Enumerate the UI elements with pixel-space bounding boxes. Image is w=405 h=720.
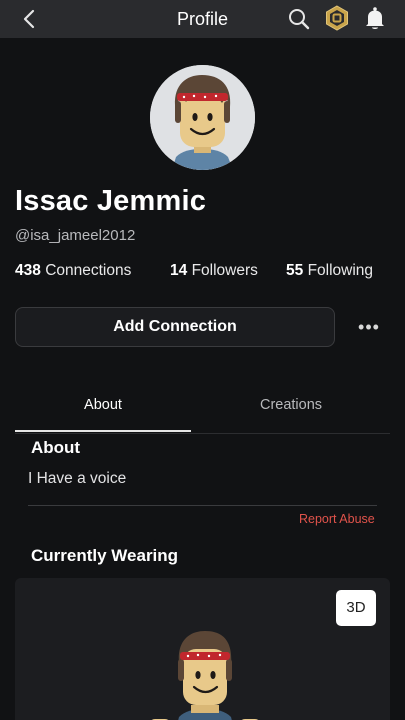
avatar-figure [151,631,259,720]
display-name: Issac Jemmic [15,185,207,217]
followers-count: 14 [170,262,188,279]
more-options-button[interactable]: ••• [355,318,383,336]
followers-label: Followers [191,262,258,279]
following-stat[interactable]: 55 Following [286,262,373,280]
followers-stat[interactable]: 14 Followers [170,262,258,280]
following-count: 55 [286,262,304,279]
view-3d-button[interactable]: 3D [336,590,376,626]
add-connection-button[interactable]: Add Connection [15,307,335,347]
connections-stat[interactable]: 438 Connections [15,262,131,280]
about-description: I Have a voice [28,470,127,487]
robux-button[interactable] [325,5,349,31]
avatar-image [150,65,255,170]
username: @isa_jameel2012 [15,227,136,244]
search-button[interactable] [287,7,311,31]
search-icon [289,9,310,30]
top-bar: Profile [0,0,405,38]
tab-creations[interactable]: Creations [203,397,379,413]
connections-count: 438 [15,262,41,279]
connections-label: Connections [45,262,132,279]
about-heading: About [31,438,81,457]
profile-tabs: About Creations [15,385,390,434]
currently-wearing-heading: Currently Wearing [31,546,179,565]
tab-about[interactable]: About [15,397,191,413]
avatar[interactable] [150,65,255,170]
avatar-preview-panel: 3D [15,578,390,720]
report-abuse-link[interactable]: Report Abuse [299,512,375,526]
following-label: Following [307,262,374,279]
robux-icon [326,5,348,31]
divider [28,505,377,506]
bell-icon [366,7,384,29]
active-tab-indicator [15,430,191,432]
notifications-button[interactable] [363,6,387,32]
